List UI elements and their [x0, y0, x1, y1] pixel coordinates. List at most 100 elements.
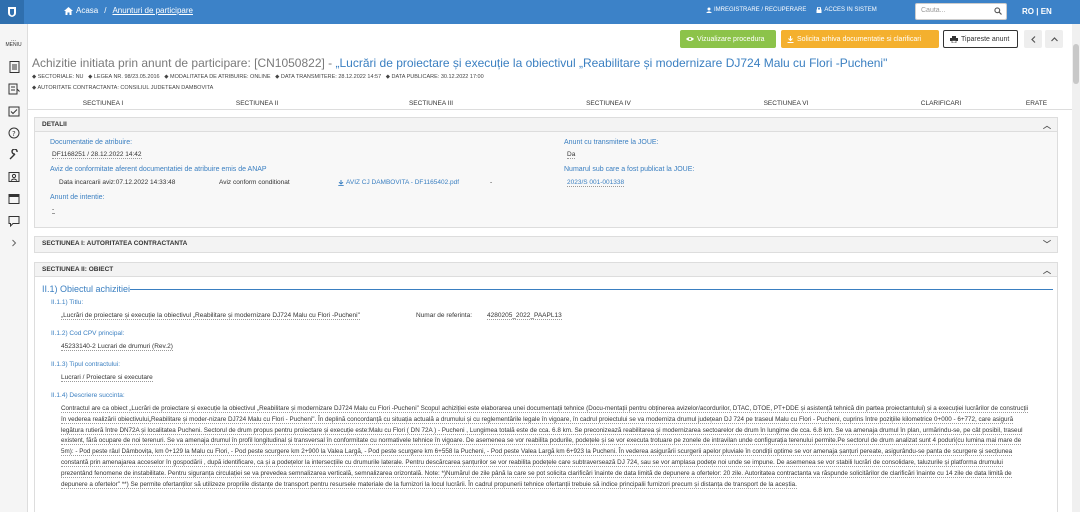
object-heading: II.1) Obiectul achizitiei — [42, 284, 131, 294]
view-procedure-label: Vizualizare procedura — [697, 35, 765, 43]
section-1-header[interactable]: SECTIUNEA I: AUTORITATEA CONTRACTANTA ﹀ — [35, 237, 1057, 253]
publication-date-tag: ◆ DATA PUBLICARE: 30.12.2022 17:00 — [385, 74, 484, 80]
sectorial-tag: ◆ SECTORIALE: NU — [32, 74, 84, 80]
desc-label: II.1.4) Descriere succinta: — [51, 392, 125, 399]
tab-erate[interactable]: ERATE — [1001, 96, 1072, 109]
print-notice-button[interactable]: Tipareste anunt — [943, 30, 1018, 48]
tab-sectiunea-4[interactable]: SECTIUNEA IV — [526, 96, 691, 109]
authority-tag: ◆ AUTORITATE CONTRACTANTA: CONSILIUL JUD… — [32, 85, 214, 91]
type-value: Lucrari / Proiectare si executare — [61, 374, 153, 382]
register-label: IMREGISTRARE / RECUPERARE — [714, 7, 807, 13]
details-panel: DETALII ︿ Documentatie de atribuire: DF1… — [34, 117, 1058, 228]
doc-label: Documentatie de atribuire: — [50, 139, 133, 146]
desc-value: Contractul are ca obiect „Lucrări de pro… — [61, 404, 1035, 490]
tab-clarificari[interactable]: CLARIFICARI — [881, 96, 1001, 109]
tab-sectiunea-1[interactable]: SECTIUNEA I — [28, 96, 178, 109]
title-prefix: Achizitie initiata prin anunt de partici… — [32, 56, 336, 70]
auth-links: IMREGISTRARE / RECUPERARE ACCES IN SISTE… — [706, 7, 877, 13]
joue-label: Anunt cu transmitere la JOUE: — [564, 139, 659, 146]
print-notice-label: Tipareste anunt — [961, 35, 1010, 43]
joue-number-value[interactable]: 2023/S 001-001338 — [567, 179, 625, 187]
download-icon — [787, 35, 794, 43]
page-title: Achizitie initiata prin anunt de partici… — [32, 56, 887, 70]
anap-file-link[interactable]: AVIZ CJ DAMBOVITA - DF1165402.pdf — [338, 179, 459, 186]
chevron-up-icon[interactable]: ︿ — [1043, 265, 1051, 276]
collapse-button[interactable] — [1045, 30, 1063, 48]
print-icon — [950, 35, 958, 43]
previous-button[interactable] — [1024, 30, 1042, 48]
breadcrumb-current[interactable]: Anunturi de participare — [112, 6, 193, 15]
intent-value: - — [52, 206, 55, 214]
sidebar-item-list[interactable] — [0, 78, 28, 100]
register-link[interactable]: IMREGISTRARE / RECUPERARE — [706, 7, 806, 13]
transmission-date-tag: ◆ DATA TRANSMITERE: 28.12.2022 14:57 — [275, 74, 382, 80]
scrollbar-thumb[interactable] — [1073, 44, 1079, 84]
list-edit-icon — [8, 83, 20, 95]
ref-label: Numar de referinta: — [416, 312, 472, 319]
chevron-up-icon — [1050, 36, 1058, 41]
anap-date: Data incarcarii aviz:07.12.2022 14:33:48 — [59, 179, 176, 186]
details-header[interactable]: DETALII ︿ — [35, 118, 1057, 132]
sidebar-item-reports[interactable] — [0, 188, 28, 210]
lang-en[interactable]: EN — [1041, 7, 1052, 16]
search-placeholder: Cauta... — [921, 7, 946, 14]
heading-divider — [130, 289, 1053, 290]
login-label: ACCES IN SISTEM — [824, 7, 877, 13]
details-title: DETALII — [42, 121, 67, 128]
anap-status: Aviz conform conditionat — [219, 179, 290, 186]
home-icon — [64, 6, 73, 15]
chat-icon — [8, 216, 20, 227]
svg-text:?: ? — [12, 130, 16, 138]
search-input[interactable]: Cauta... — [915, 3, 1007, 20]
ref-value: 4280205_2022_PAAPL13 — [487, 312, 562, 320]
tab-sectiunea-2[interactable]: SECTIUNEA II — [178, 96, 336, 109]
law-tag: ◆ LEGEA NR. 98/23.05.2016 — [88, 74, 160, 80]
chevron-right-icon — [12, 239, 17, 247]
sidebar-item-procedures[interactable] — [0, 100, 28, 122]
window-icon — [8, 194, 20, 204]
section-2-panel: SECTIUNEA II: OBIECT ︿ II.1) Obiectul ac… — [34, 262, 1058, 512]
sidebar: ... MENIU ? — [0, 24, 28, 512]
login-link[interactable]: ACCES IN SISTEM — [816, 7, 877, 13]
search-icon[interactable] — [994, 7, 1002, 15]
cpv-label: II.1.2) Cod CPV principal: — [51, 330, 125, 337]
joue-number-label: Numarul sub care a fost publicat la JOUE… — [564, 166, 695, 173]
chevron-up-icon[interactable]: ︿ — [1043, 120, 1051, 131]
anap-dash: - — [490, 179, 493, 186]
sidebar-item-messages[interactable] — [0, 210, 28, 232]
lang-separator: | — [1036, 7, 1039, 16]
sidebar-expand[interactable] — [0, 232, 28, 254]
sidebar-item-documents[interactable] — [0, 56, 28, 78]
breadcrumb: Acasa / Anunturi de participare — [64, 6, 193, 15]
breadcrumb-home[interactable]: Acasa — [64, 6, 98, 15]
tab-sectiunea-3[interactable]: SECTIUNEA III — [336, 96, 526, 109]
lang-ro[interactable]: RO — [1022, 7, 1034, 16]
chevron-down-icon[interactable]: ﹀ — [1043, 239, 1051, 250]
lock-icon — [816, 7, 822, 13]
notice-meta: ◆ SECTORIALE: NU ◆ LEGEA NR. 98/23.05.20… — [32, 74, 484, 80]
eye-icon — [686, 37, 694, 41]
action-bar: Vizualizare procedura Solicita arhiva do… — [0, 30, 1072, 48]
title-label: II.1.1) Titlu: — [51, 299, 84, 306]
folder-check-icon — [8, 106, 20, 117]
view-procedure-button[interactable]: Vizualizare procedura — [680, 30, 776, 48]
page-scrollbar[interactable] — [1072, 24, 1080, 512]
section-2-title: SECTIUNEA II: OBIECT — [42, 266, 114, 273]
request-archive-label: Solicita arhiva documentatie si clarific… — [797, 35, 922, 43]
chevron-left-icon — [1030, 35, 1035, 43]
section-tabs: SECTIUNEA I SECTIUNEA II SECTIUNEA III S… — [28, 96, 1072, 110]
sidebar-item-tools[interactable] — [0, 144, 28, 166]
request-archive-button[interactable]: Solicita arhiva documentatie si clarific… — [781, 30, 939, 48]
title-value: „Lucrări de proiectare și execuție la ob… — [61, 312, 360, 320]
site-logo[interactable] — [0, 0, 24, 24]
section-2-header[interactable]: SECTIUNEA II: OBIECT ︿ — [35, 263, 1057, 277]
help-icon: ? — [8, 127, 20, 139]
section-1-panel: SECTIUNEA I: AUTORITATEA CONTRACTANTA ﹀ — [34, 236, 1058, 253]
sidebar-item-contacts[interactable] — [0, 166, 28, 188]
cpv-value: 45233140-2 Lucrari de drumuri (Rev.2) — [61, 343, 173, 351]
breadcrumb-separator: / — [104, 6, 107, 15]
sidebar-item-help[interactable]: ? — [0, 122, 28, 144]
award-mode-tag: ◆ MODALITATEA DE ATRIBUIRE: ONLINE — [164, 74, 271, 80]
tab-sectiunea-6[interactable]: SECTIUNEA VI — [691, 96, 881, 109]
top-bar: Acasa / Anunturi de participare IMREGIST… — [0, 0, 1080, 24]
